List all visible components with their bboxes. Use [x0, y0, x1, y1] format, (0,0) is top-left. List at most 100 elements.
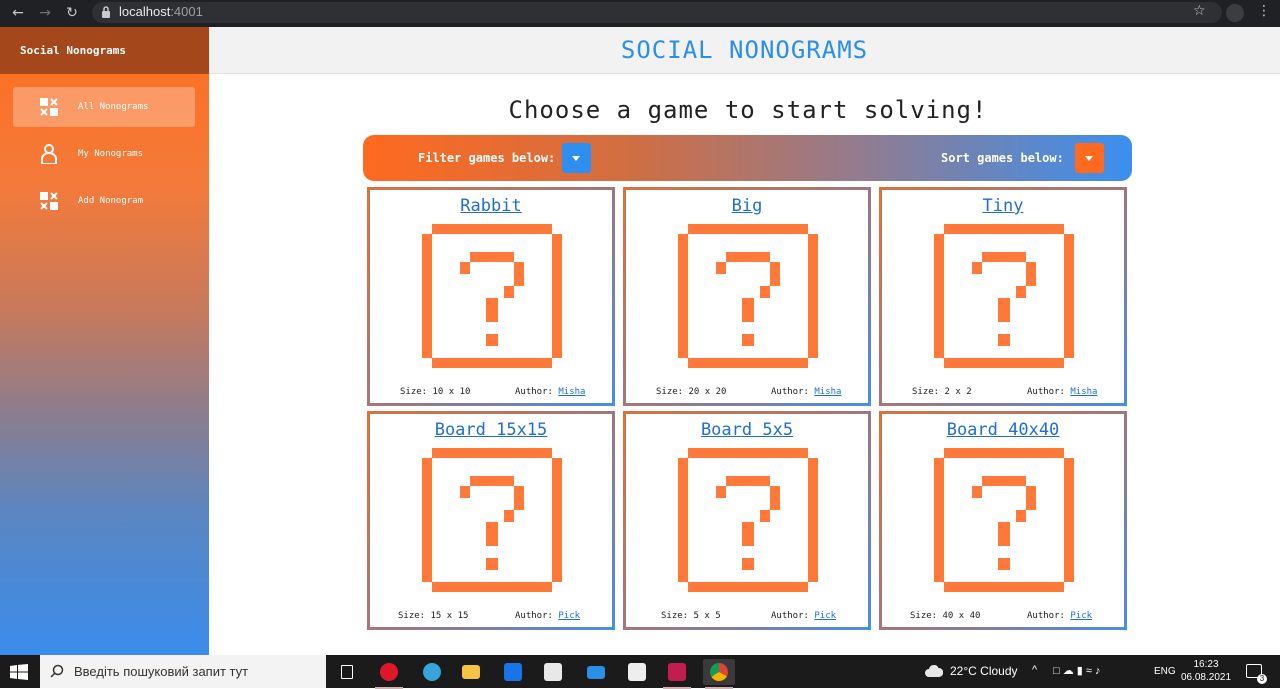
- game-size: Size: 2 x 2: [912, 387, 972, 397]
- store-icon[interactable]: [537, 659, 569, 685]
- author-label: Author:: [1027, 387, 1065, 397]
- game-size: Size: 10 x 10: [400, 387, 470, 397]
- system-clock[interactable]: 16:23 06.08.2021: [1178, 658, 1234, 684]
- game-card[interactable]: Tiny Size: 2 x 2 Author: Misha: [879, 187, 1127, 406]
- game-size: Size: 20 x 20: [656, 387, 726, 397]
- file-explorer-icon[interactable]: [455, 659, 487, 685]
- question-mark-icon[interactable]: [422, 224, 562, 368]
- question-mark-icon[interactable]: [678, 448, 818, 592]
- author-label: Author:: [1027, 611, 1065, 621]
- bookmark-star-icon[interactable]: ☆: [1193, 3, 1206, 19]
- tablet-app-icon[interactable]: [497, 659, 529, 685]
- caret-down-icon: [1085, 156, 1093, 161]
- game-card[interactable]: Board 15x15 Size: 15 x 15 Author: Pick: [367, 411, 615, 630]
- address-bar[interactable]: [92, 2, 1222, 23]
- game-size: Size: 5 x 5: [661, 611, 721, 621]
- game-title-link[interactable]: Board 40x40: [882, 420, 1124, 440]
- task-view-icon[interactable]: [331, 659, 363, 685]
- notification-count: 3: [1257, 674, 1267, 684]
- game-author: Author: Pick: [771, 611, 836, 621]
- filter-dropdown-button[interactable]: [562, 143, 591, 173]
- chrome-icon[interactable]: [703, 659, 735, 689]
- sidebar-item-my-nonograms[interactable]: My Nonograms: [13, 134, 195, 174]
- game-author: Author: Misha: [515, 387, 585, 397]
- game-title-link[interactable]: Tiny: [882, 196, 1124, 216]
- size-label: Size:: [912, 387, 940, 397]
- notification-center-icon[interactable]: 3: [1246, 664, 1267, 684]
- taskbar-search[interactable]: Введіть пошуковий запит тут: [40, 655, 326, 688]
- telegram-icon[interactable]: [416, 659, 448, 685]
- game-author: Author: Misha: [1027, 387, 1097, 397]
- sidebar-item-label: Add Nonogram: [78, 196, 144, 206]
- back-arrow-icon[interactable]: ←: [8, 4, 28, 22]
- forward-arrow-icon[interactable]: →: [35, 4, 55, 22]
- url-text: localhost:4001: [119, 4, 203, 19]
- clock-time: 16:23: [1193, 659, 1219, 670]
- opera-icon[interactable]: [373, 659, 405, 689]
- filter-label: Filter games below:: [418, 151, 556, 165]
- grid-icon: [40, 98, 58, 116]
- language-indicator[interactable]: ENG: [1154, 666, 1176, 677]
- caret-down-icon: [572, 156, 580, 161]
- tray-icons[interactable]: □ ☁ ▮ ≈ ♪: [1053, 664, 1100, 677]
- game-author: Author: Misha: [771, 387, 841, 397]
- author-label: Author:: [515, 611, 553, 621]
- game-card[interactable]: Rabbit Size: 10 x 10 Author: Misha: [367, 187, 615, 406]
- sort-label: Sort games below:: [941, 151, 1064, 165]
- app-header: SOCIAL NONOGRAMS: [209, 27, 1280, 74]
- game-card[interactable]: Board 40x40 Size: 40 x 40 Author: Pick: [879, 411, 1127, 630]
- url-port: :4001: [170, 4, 203, 19]
- size-label: Size:: [656, 387, 684, 397]
- sidebar-item-add-nonogram[interactable]: Add Nonogram: [13, 181, 195, 221]
- search-placeholder: Введіть пошуковий запит тут: [74, 664, 249, 679]
- game-author: Author: Pick: [515, 611, 580, 621]
- reload-icon[interactable]: ↻: [62, 4, 82, 22]
- author-label: Author:: [515, 387, 553, 397]
- author-link[interactable]: Pick: [814, 611, 836, 621]
- game-title-link[interactable]: Big: [626, 196, 868, 216]
- main-heading: Choose a game to start solving!: [508, 96, 988, 124]
- clock-date: 06.08.2021: [1180, 672, 1232, 683]
- author-link[interactable]: Misha: [558, 387, 585, 397]
- mail-icon[interactable]: [580, 659, 612, 685]
- size-value: 2 x 2: [944, 387, 972, 397]
- profile-avatar-icon[interactable]: [1226, 4, 1244, 22]
- messenger-icon[interactable]: [621, 659, 653, 685]
- author-link[interactable]: Pick: [1070, 611, 1092, 621]
- game-title-link[interactable]: Board 15x15: [370, 420, 612, 440]
- url-host: localhost: [119, 4, 171, 19]
- windows-start-icon[interactable]: [10, 664, 28, 680]
- size-label: Size:: [910, 611, 938, 621]
- game-title-link[interactable]: Board 5x5: [626, 420, 868, 440]
- question-mark-icon[interactable]: [934, 224, 1074, 368]
- windows-taskbar: Введіть пошуковий запит тут 22°C Cloudy …: [0, 655, 1280, 689]
- question-mark-icon[interactable]: [678, 224, 818, 368]
- size-label: Size:: [400, 387, 428, 397]
- game-title-link[interactable]: Rabbit: [370, 196, 612, 216]
- author-link[interactable]: Pick: [558, 611, 580, 621]
- sidebar-item-all-nonograms[interactable]: All Nonograms: [13, 87, 195, 127]
- game-card[interactable]: Board 5x5 Size: 5 x 5 Author: Pick: [623, 411, 871, 630]
- question-mark-icon[interactable]: [422, 448, 562, 592]
- size-value: 40 x 40: [942, 611, 981, 621]
- lock-icon[interactable]: [101, 5, 111, 19]
- size-label: Size:: [661, 611, 689, 621]
- search-icon: [50, 664, 64, 678]
- grid-add-icon: [40, 192, 58, 210]
- author-link[interactable]: Misha: [1070, 387, 1097, 397]
- author-link[interactable]: Misha: [814, 387, 841, 397]
- person-icon: [41, 144, 57, 164]
- kebab-menu-icon[interactable]: ⋮: [1257, 3, 1271, 19]
- filter-sort-bar: Filter games below: Sort games below:: [363, 135, 1132, 181]
- game-size: Size: 40 x 40: [910, 611, 980, 621]
- weather-text[interactable]: 22°C Cloudy: [950, 664, 1018, 678]
- sidebar-brand[interactable]: Social Nonograms: [0, 27, 209, 74]
- cloud-icon: [925, 665, 943, 677]
- sort-dropdown-button[interactable]: [1075, 143, 1104, 173]
- size-value: 15 x 15: [430, 611, 469, 621]
- tray-chevron-icon[interactable]: ^: [1032, 664, 1037, 676]
- game-card[interactable]: Big Size: 20 x 20 Author: Misha: [623, 187, 871, 406]
- sidebar-item-label: All Nonograms: [78, 102, 149, 112]
- rider-ide-icon[interactable]: [661, 659, 693, 689]
- question-mark-icon[interactable]: [934, 448, 1074, 592]
